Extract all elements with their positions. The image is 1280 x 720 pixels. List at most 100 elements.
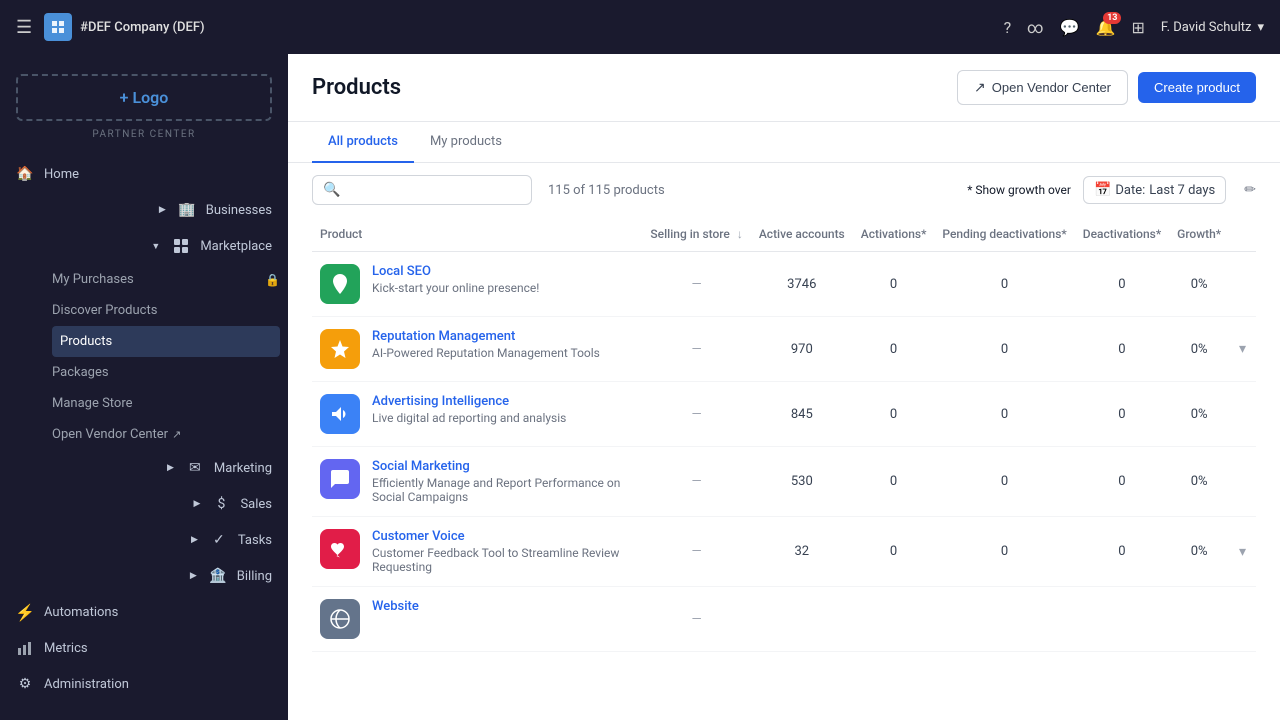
search-box[interactable]: 🔍 [312,175,532,205]
selling-in-store: — [642,317,750,382]
tab-my-products[interactable]: My products [414,122,518,163]
expand-icon: ▶ [194,499,201,509]
user-menu[interactable]: F. David Schultz ▾ [1161,20,1264,35]
sidebar-item-open-vendor-center[interactable]: Open Vendor Center ↗ [44,419,288,450]
table-row: Local SEO Kick-start your online presenc… [312,252,1256,317]
activations: 0 [853,517,935,587]
expand-row-button[interactable]: ▾ [1239,544,1246,560]
sidebar-item-manage-store[interactable]: Manage Store [44,388,288,419]
col-growth: Growth* [1169,217,1229,252]
expand-cell[interactable]: ▾ [1229,317,1256,382]
activations: 0 [853,252,935,317]
external-link-icon: ↗ [974,79,986,96]
product-count: 115 of 115 products [548,183,665,198]
partner-center-label: PARTNER CENTER [0,129,288,140]
marketing-label: Marketing [214,461,272,476]
product-name-link[interactable]: Customer Voice [372,529,634,544]
active-accounts [751,587,853,652]
sidebar-item-automations[interactable]: ⚡ Automations [0,594,288,630]
selling-in-store: — [642,447,750,517]
date-filter[interactable]: 📅 Date: Last 7 days [1083,176,1226,204]
expand-icon: ▶ [191,535,198,545]
sidebar-item-marketing[interactable]: ▶ ✉ Marketing [0,450,288,486]
notification-badge: 13 [1103,12,1121,24]
metrics-icon [16,639,34,657]
product-name-link[interactable]: Reputation Management [372,329,600,344]
show-growth-text: * Show growth over [967,183,1071,197]
apps-icon[interactable]: ⊞ [1131,18,1144,37]
pending-deactivations: 0 [934,317,1074,382]
pending-deactivations: 0 [934,382,1074,447]
hamburger-menu[interactable]: ☰ [16,17,32,38]
link-icon[interactable]: ∞ [1027,18,1043,37]
selling-in-store: — [642,382,750,447]
selling-in-store: — [642,517,750,587]
growth: 0% [1169,382,1229,447]
product-name-link[interactable]: Local SEO [372,264,539,279]
sidebar-item-tasks[interactable]: ▶ ✓ Tasks [0,522,288,558]
marketplace-submenu: My Purchases 🔒 Discover Products Product… [0,264,288,450]
discover-products-label: Discover Products [52,303,157,318]
activations [853,587,935,652]
sidebar-item-sales[interactable]: ▶ $ Sales [0,486,288,522]
expand-icon: ▶ [190,571,197,581]
manage-store-label: Manage Store [52,396,133,411]
product-name-link[interactable]: Advertising Intelligence [372,394,566,409]
topnav-icons: ? ∞ 💬 🔔 13 ⊞ [1004,18,1145,37]
notifications-icon[interactable]: 🔔 13 [1096,18,1116,37]
col-pending-deactivations: Pending deactivations* [934,217,1074,252]
sidebar-item-products[interactable]: Products [52,326,280,357]
open-vendor-center-button[interactable]: ↗ Open Vendor Center [957,70,1128,105]
search-input[interactable] [346,183,521,198]
expand-cell [1229,252,1256,317]
expand-cell[interactable]: ▾ [1229,517,1256,587]
sidebar-item-marketplace[interactable]: ▼ Marketplace [0,228,288,264]
sidebar-item-billing[interactable]: ▶ 🏦 Billing [0,558,288,594]
marketplace-label: Marketplace [200,239,272,254]
deactivations: 0 [1075,317,1169,382]
deactivations: 0 [1075,382,1169,447]
products-header: Products ↗ Open Vendor Center Create pro… [288,54,1280,122]
col-deactivations: Deactivations* [1075,217,1169,252]
sales-label: Sales [240,497,272,512]
company-name[interactable]: #DEF Company (DEF) [80,20,204,35]
sidebar-item-my-purchases[interactable]: My Purchases 🔒 [44,264,288,295]
sidebar-item-home[interactable]: 🏠 Home [0,156,288,192]
edit-icon[interactable]: ✏ [1244,182,1256,198]
date-label: Date: [1115,183,1145,198]
date-value: Last 7 days [1149,183,1215,198]
col-selling[interactable]: Selling in store ↓ [642,217,750,252]
sidebar-item-packages[interactable]: Packages [44,357,288,388]
tab-my-label: My products [430,134,502,149]
my-purchases-label: My Purchases [52,272,134,287]
tab-all-products[interactable]: All products [312,122,414,163]
expand-cell [1229,382,1256,447]
products-label: Products [60,334,112,349]
create-product-button[interactable]: Create product [1138,72,1256,103]
col-product: Product [312,217,642,252]
product-description: Efficiently Manage and Report Performanc… [372,476,634,504]
logo-area[interactable]: + Logo [16,74,272,121]
create-product-label: Create product [1154,80,1240,95]
product-name-link[interactable]: Social Marketing [372,459,634,474]
table-row: Social Marketing Efficiently Manage and … [312,447,1256,517]
sidebar: + Logo PARTNER CENTER 🏠 Home ▶ 🏢 Busines… [0,54,288,720]
help-icon[interactable]: ? [1004,18,1012,37]
deactivations [1075,587,1169,652]
pending-deactivations: 0 [934,447,1074,517]
col-activations: Activations* [853,217,935,252]
sidebar-item-label: Home [44,167,79,182]
pending-deactivations [934,587,1074,652]
activations: 0 [853,317,935,382]
expand-row-button[interactable]: ▾ [1239,341,1246,357]
sidebar-item-administration[interactable]: ⚙ Administration [0,666,288,702]
sidebar-item-discover-products[interactable]: Discover Products [44,295,288,326]
chat-icon[interactable]: 💬 [1060,18,1080,37]
product-name-link[interactable]: Website [372,599,419,614]
active-accounts: 32 [751,517,853,587]
product-description: Kick-start your online presence! [372,281,539,295]
sidebar-item-businesses[interactable]: ▶ 🏢 Businesses [0,192,288,228]
sidebar-item-metrics[interactable]: Metrics [0,630,288,666]
deactivations: 0 [1075,252,1169,317]
growth: 0% [1169,252,1229,317]
